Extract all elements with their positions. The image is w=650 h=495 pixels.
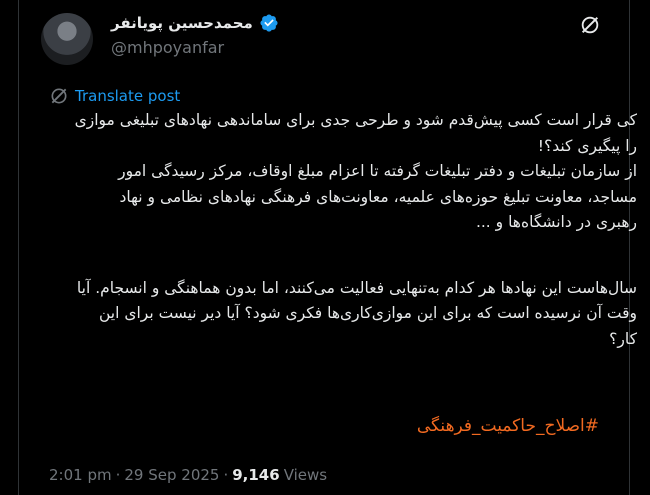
meta-separator: ·	[223, 466, 229, 484]
avatar[interactable]	[41, 13, 93, 65]
post-date[interactable]: 29 Sep 2025	[124, 466, 219, 484]
body-line: کار؟	[609, 329, 637, 348]
views-label: Views	[283, 466, 328, 484]
body-line: کی قرار است کسی پیش‌قدم شود و طرحی جدی ب…	[74, 111, 637, 129]
tweet-body: کی قرار است کسی پیش‌قدم شود و طرحی جدی ب…	[67, 108, 637, 352]
translate-icon	[51, 88, 67, 104]
meta-separator: ·	[115, 466, 121, 484]
tweet-meta: 2:01 pm · 29 Sep 2025 · 9,146 Views	[49, 466, 327, 484]
body-line: رهبری در دانشگاه‌ها و ...	[475, 213, 637, 231]
author-name[interactable]: محمدحسین پویانفر	[111, 14, 253, 32]
tweet-card: محمدحسین پویانفر @mhpoyanfar Translate p…	[18, 0, 637, 495]
body-line: از سازمان تبلیغات و دفتر تبلیغات گرفته ت…	[118, 162, 637, 180]
views-count: 9,146	[232, 466, 280, 484]
translate-post-link[interactable]: Translate post	[49, 86, 180, 106]
body-line: را پیگیری کند؟!	[537, 136, 637, 155]
hashtag-link[interactable]: #اصلاح_حاکمیت_فرهنگی	[417, 416, 599, 436]
body-line: سال‌هاست این نهادها هر کدام به‌تنهایی فع…	[76, 278, 637, 297]
post-time[interactable]: 2:01 pm	[49, 466, 112, 484]
verified-badge-icon	[260, 14, 278, 32]
body-line: مساجد، معاونت تبلیغ حوزه‌های علمیه، معاو…	[119, 187, 637, 206]
author-handle[interactable]: @mhpoyanfar	[111, 38, 224, 57]
author-name-row: محمدحسین پویانفر	[111, 13, 279, 33]
grok-icon[interactable]	[579, 14, 601, 36]
body-line: وقت آن نرسیده است که برای این موازی‌کاری…	[99, 304, 637, 322]
translate-label: Translate post	[75, 87, 181, 105]
